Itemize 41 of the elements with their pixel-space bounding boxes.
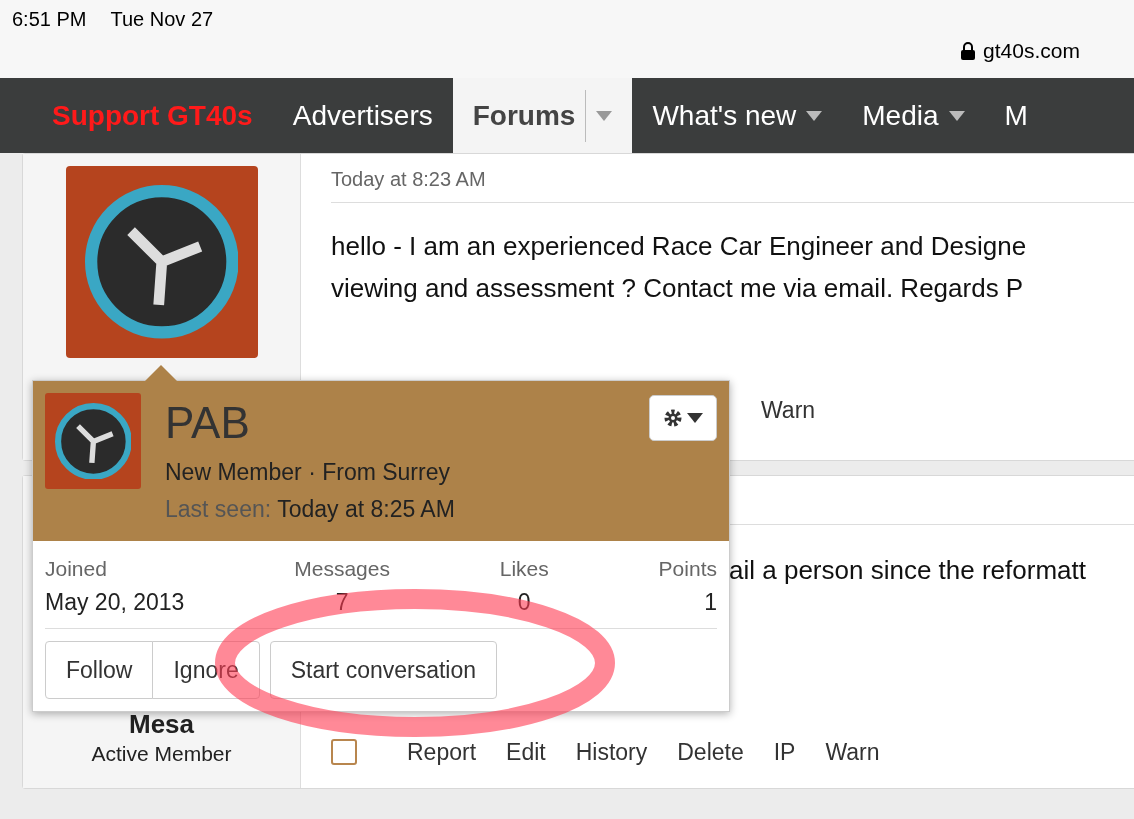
member-action-button[interactable]: Follow: [45, 641, 154, 699]
stat-label: Likes: [499, 557, 549, 581]
caret-icon: [596, 110, 613, 121]
nav-tab[interactable]: M: [984, 78, 1048, 153]
status-date: Tue Nov 27: [110, 8, 214, 31]
settings-icon: [663, 408, 683, 428]
post-text: hello - I am an experienced Race Car Engineer and Designe: [331, 230, 1028, 263]
post-action-link[interactable]: Delete: [677, 738, 744, 766]
nav-tab[interactable]: What's new: [632, 78, 843, 153]
stat-label: Joined: [45, 557, 107, 581]
post-action-link[interactable]: History: [575, 738, 648, 766]
stat-label: Points: [658, 557, 717, 581]
stat-value: May 20, 2013: [45, 589, 185, 616]
post-action-link[interactable]: Edit: [506, 738, 546, 766]
author-role: Active Member: [91, 742, 232, 766]
stat-value: 7: [335, 589, 349, 616]
last-seen-text: Last seen: Today at 8:25 AM: [165, 496, 455, 523]
post-action-link[interactable]: Report: [407, 738, 477, 766]
settings-button[interactable]: [649, 395, 717, 441]
post-action-link[interactable]: Warn: [761, 396, 816, 424]
caret-icon: [948, 110, 965, 121]
caret-icon: [687, 413, 703, 423]
select-checkbox[interactable]: [331, 739, 357, 765]
caret-icon: [806, 110, 823, 121]
post-text: viewing and assessment ? Contact me via email. Regards P: [331, 272, 1025, 305]
post-action-link[interactable]: Warn: [825, 738, 880, 766]
author-name[interactable]: Mesa: [128, 709, 194, 740]
status-time: 6:51 PM: [12, 8, 87, 31]
nav-tab[interactable]: Advertisers: [272, 78, 453, 153]
stat-label: Messages: [294, 557, 390, 581]
post-action-link[interactable]: IP: [773, 738, 796, 766]
stat-value: 1: [704, 589, 717, 616]
member-name: PAB: [165, 401, 251, 445]
url-text: gt40s.com: [983, 39, 1080, 63]
post-text: ail a person since the reformatt: [729, 554, 1087, 587]
nav-tab[interactable]: Forums: [452, 78, 633, 153]
member-subtitle: New Member · From Surrey: [165, 459, 451, 486]
nav-tab[interactable]: Media: [842, 78, 985, 153]
member-action-button[interactable]: Start conversation: [269, 641, 498, 699]
post-date: Today at 8:23 AM: [331, 168, 1134, 203]
lock-icon: [961, 42, 976, 60]
